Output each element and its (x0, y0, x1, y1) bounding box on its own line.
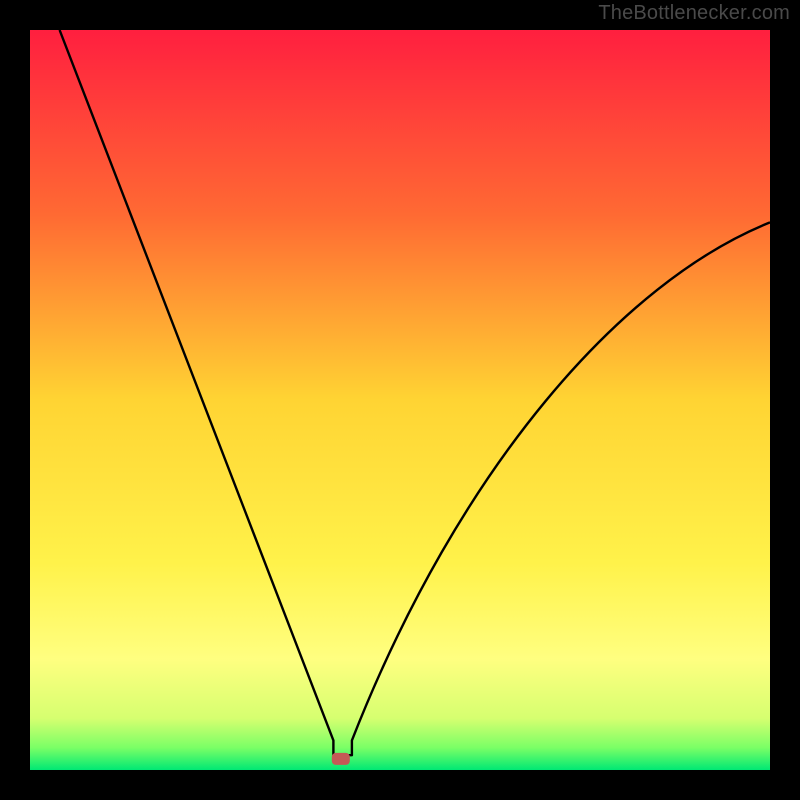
optimum-marker (332, 753, 350, 765)
border-bottom (0, 770, 800, 800)
border-right (770, 0, 800, 800)
bottleneck-chart (0, 0, 800, 800)
watermark-text: TheBottlenecker.com (598, 2, 790, 25)
border-left (0, 0, 30, 800)
plot-background (30, 30, 770, 770)
